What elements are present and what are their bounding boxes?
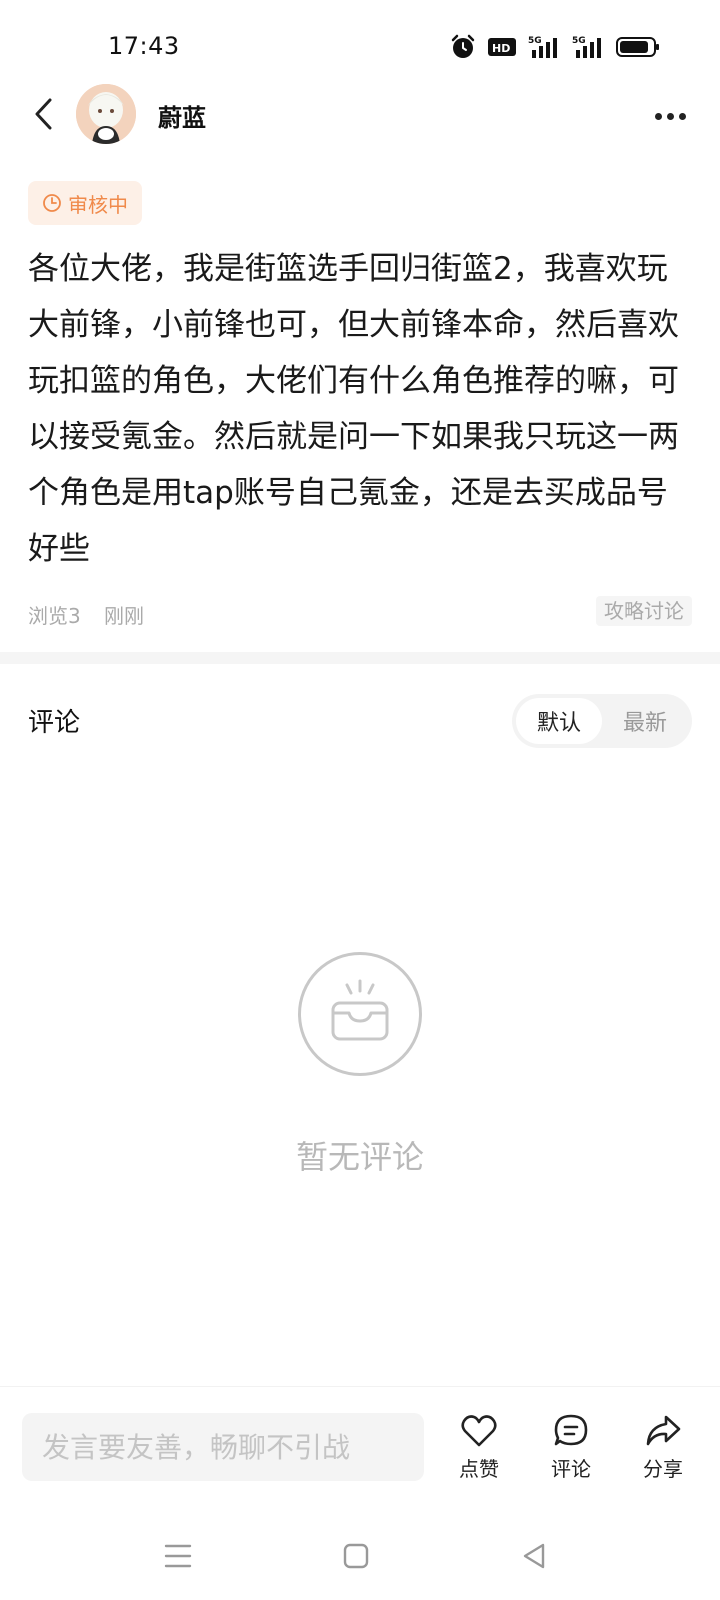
triangle-back-icon	[523, 1543, 545, 1569]
avatar-image	[76, 84, 136, 144]
chevron-left-icon	[35, 98, 52, 130]
bottom-action-bar: 点赞 评论 分享	[0, 1386, 720, 1498]
svg-text:5G: 5G	[528, 36, 542, 46]
signal-5g-icon: 5G	[572, 34, 604, 60]
like-label: 点赞	[459, 1457, 499, 1481]
status-icons: HD 5G 5G	[450, 30, 660, 64]
username[interactable]: 蔚蓝	[158, 98, 206, 133]
square-home-icon	[343, 1543, 369, 1569]
nav-home-button[interactable]	[328, 1528, 384, 1584]
more-dots-icon	[654, 112, 662, 120]
svg-text:HD: HD	[492, 42, 510, 55]
status-time: 17:43	[108, 32, 180, 60]
post-meta: 浏览3 刚刚 攻略讨论	[28, 596, 692, 630]
empty-comments-text: 暂无评论	[295, 1138, 424, 1176]
like-button[interactable]: 点赞	[444, 1413, 514, 1489]
comment-label: 评论	[551, 1457, 591, 1481]
topic-tag[interactable]: 攻略讨论	[596, 596, 692, 626]
share-button[interactable]: 分享	[628, 1413, 698, 1489]
avatar[interactable]	[76, 84, 136, 144]
nav-back-button[interactable]	[506, 1528, 562, 1584]
sort-default-option[interactable]: 默认	[516, 698, 602, 744]
menu-lines-icon	[164, 1544, 192, 1568]
battery-icon	[616, 36, 660, 58]
alarm-icon	[450, 34, 476, 60]
hd-icon: HD	[488, 36, 516, 58]
clock-icon	[43, 194, 61, 212]
section-divider	[0, 652, 720, 664]
sort-latest-option[interactable]: 最新	[602, 698, 688, 744]
comment-button[interactable]: 评论	[536, 1413, 606, 1489]
more-options-button[interactable]	[650, 96, 690, 136]
signal-5g-icon: 5G	[528, 34, 560, 60]
system-nav-bar	[0, 1510, 720, 1600]
status-bar: 17:43 HD 5G 5G	[0, 0, 720, 90]
empty-inbox-icon	[298, 952, 422, 1076]
review-status-label: 审核中	[68, 192, 128, 217]
back-button[interactable]	[24, 92, 64, 136]
view-count: 浏览3	[28, 604, 81, 628]
nav-menu-button[interactable]	[150, 1528, 206, 1584]
post-header: 蔚蓝	[0, 80, 720, 150]
comment-sort-toggle: 默认 最新	[512, 694, 692, 748]
comments-title: 评论	[28, 708, 81, 738]
post-time: 刚刚	[104, 604, 144, 628]
post-content: 各位大佬，我是街篮选手回归街篮2，我喜欢玩大前锋，小前锋也可，但大前锋本命，然后…	[28, 251, 679, 567]
svg-text:5G: 5G	[572, 36, 586, 46]
heart-icon	[461, 1415, 497, 1447]
share-arrow-icon	[646, 1415, 681, 1446]
share-label: 分享	[643, 1457, 683, 1481]
comment-input[interactable]	[22, 1413, 424, 1481]
review-status-badge: 审核中	[28, 181, 142, 225]
comment-bubble-icon	[554, 1414, 588, 1446]
